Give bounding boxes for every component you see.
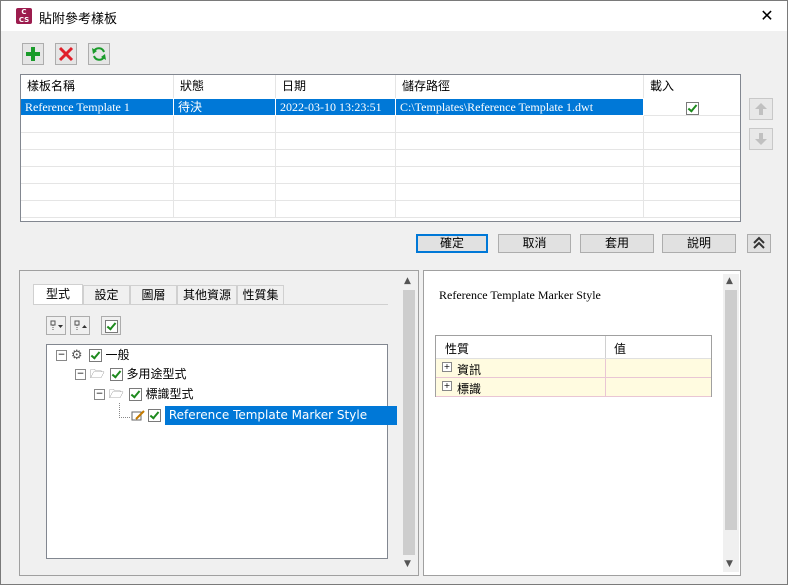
expand-plus-icon[interactable]: + [442, 362, 452, 372]
add-template-button[interactable] [22, 43, 44, 65]
template-grid: 樣板名稱 狀態 日期 儲存路徑 載入 Reference Template 1 … [20, 74, 741, 222]
tree-checkbox[interactable] [88, 349, 102, 362]
empty-row [21, 167, 740, 184]
window-title: 貼附參考樣板 [39, 12, 118, 27]
style-tree: − ⚙ 一般 − 🗁 多用途型式 − 🗁 標識型式 Reference Temp… [46, 344, 398, 559]
dialog-window: C CS 貼附參考樣板 ✕ 樣板名稱 狀態 日期 儲存路徑 載入 Referenc… [0, 0, 788, 585]
tab-other-resources[interactable]: 其他資源 [177, 285, 237, 304]
folder-open-icon: 🗁 [108, 387, 124, 401]
move-up-button[interactable] [749, 98, 773, 120]
collapse-button[interactable] [747, 234, 771, 253]
grid-header: 樣板名稱 狀態 日期 儲存路徑 載入 [21, 75, 740, 98]
help-button[interactable]: 說明 [662, 234, 736, 253]
check-icon [105, 320, 118, 333]
property-row[interactable]: + 標識 [436, 378, 711, 397]
property-row[interactable]: + 資訊 [436, 359, 711, 378]
tree-connector [119, 403, 130, 418]
empty-row [21, 133, 740, 150]
column-header-date[interactable]: 日期 [276, 75, 396, 98]
tree-node-multipurpose[interactable]: − 🗁 多用途型式 [75, 366, 187, 383]
column-header-path[interactable]: 儲存路徑 [396, 75, 644, 98]
empty-row [21, 116, 740, 133]
cell-name: Reference Template 1 [21, 99, 174, 116]
property-label: 資訊 [457, 363, 482, 377]
empty-row [21, 184, 740, 201]
tree-node-marker-style[interactable]: − 🗁 標識型式 [94, 386, 194, 403]
scroll-up-icon[interactable]: ▲ [726, 276, 733, 286]
collapse-toggle-icon[interactable]: − [75, 369, 86, 380]
plus-icon [26, 47, 40, 61]
tree-node-reference-marker[interactable]: Reference Template Marker Style [148, 406, 398, 425]
property-label: 標識 [457, 382, 482, 396]
cancel-button[interactable]: 取消 [498, 234, 571, 253]
scroll-down-icon[interactable]: ▼ [404, 559, 411, 569]
tree-checkbox[interactable] [148, 409, 161, 422]
scroll-up-icon[interactable]: ▲ [404, 276, 411, 286]
tab-styles[interactable]: 型式 [33, 284, 83, 304]
expand-all-button[interactable] [46, 316, 66, 335]
left-scrollbar[interactable]: ▲ ▼ [401, 274, 417, 572]
tab-divider [33, 304, 388, 305]
property-grid-header: 性質 值 [436, 336, 711, 359]
tree-checkbox[interactable] [109, 368, 123, 381]
refresh-button[interactable] [88, 43, 110, 65]
collapse-icon [74, 320, 87, 331]
cell-status: 待決 [174, 99, 276, 116]
tab-layers[interactable]: 圖層 [130, 285, 177, 304]
marker-style-icon [131, 409, 145, 421]
refresh-icon [92, 47, 106, 61]
tree-node-general[interactable]: − ⚙ 一般 [56, 347, 130, 364]
column-header-load[interactable]: 載入 [644, 75, 740, 98]
arrow-up-icon [755, 103, 767, 115]
empty-row [21, 150, 740, 167]
table-row[interactable]: Reference Template 1 待決 2022-03-10 13:23… [21, 99, 740, 116]
move-down-button[interactable] [749, 128, 773, 150]
app-icon: C CS [16, 8, 32, 24]
gear-icon: ⚙ [70, 347, 83, 363]
column-header-value[interactable]: 值 [614, 340, 626, 357]
scroll-down-icon[interactable]: ▼ [726, 559, 733, 569]
ok-button[interactable]: 確定 [416, 234, 488, 253]
expand-icon [50, 320, 63, 331]
collapse-toggle-icon[interactable]: − [56, 350, 67, 361]
column-header-name[interactable]: 樣板名稱 [21, 75, 174, 98]
tab-settings[interactable]: 設定 [83, 285, 130, 304]
close-button[interactable]: ✕ [753, 3, 781, 29]
tab-property-sets[interactable]: 性質集 [237, 285, 284, 304]
expand-plus-icon[interactable]: + [442, 381, 452, 391]
arrow-down-icon [755, 133, 767, 145]
collapse-all-button[interactable] [70, 316, 90, 335]
cell-date: 2022-03-10 13:23:51 [276, 99, 396, 116]
scroll-thumb[interactable] [403, 290, 415, 555]
title-bar: C CS 貼附參考樣板 ✕ [1, 1, 787, 31]
empty-row [21, 201, 740, 218]
property-grid: 性質 值 + 資訊 + 標識 [435, 335, 712, 397]
check-all-button[interactable] [101, 316, 121, 335]
tree-checkbox[interactable] [128, 388, 142, 401]
x-icon [58, 46, 74, 62]
collapse-toggle-icon[interactable]: − [94, 389, 105, 400]
properties-panel [423, 270, 741, 576]
right-scrollbar[interactable]: ▲ ▼ [723, 274, 739, 572]
scroll-thumb[interactable] [725, 290, 737, 530]
load-checkbox[interactable] [686, 101, 699, 115]
folder-open-icon: 🗁 [89, 367, 105, 381]
double-chevron-up-icon [753, 236, 765, 249]
column-header-status[interactable]: 狀態 [174, 75, 276, 98]
properties-heading: Reference Template Marker Style [439, 288, 601, 302]
apply-button[interactable]: 套用 [580, 234, 654, 253]
column-header-property[interactable]: 性質 [445, 340, 469, 357]
remove-template-button[interactable] [55, 43, 77, 65]
cell-path: C:\Templates\Reference Template 1.dwt [396, 99, 644, 116]
cell-load [644, 99, 740, 116]
